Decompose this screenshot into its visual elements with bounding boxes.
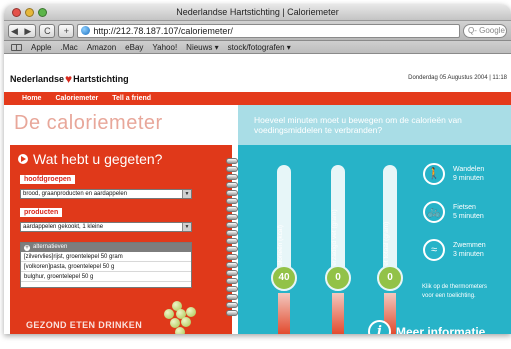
walking-icon: 🚶 — [423, 163, 445, 185]
address-url: http://212.78.187.107/caloriemeter/ — [93, 25, 233, 36]
food-question-text: Wat hebt u gegeten? — [33, 151, 163, 167]
bookmark-ebay[interactable]: eBay — [125, 43, 143, 52]
activity-cycling: 🚲 Fietsen 5 minuten — [423, 201, 484, 223]
window-title: Nederlandse Hartstichting | Caloriemeter — [176, 7, 339, 17]
back-forward-button[interactable]: ◀ ▶ — [8, 23, 37, 38]
groups-select-value: brood, graanproducten en aardappelen — [23, 191, 128, 197]
activity-minutes: 9 minuten — [453, 175, 484, 182]
alternatives-box: + alternatieven [zilvervlies]rijst, groe… — [20, 242, 192, 288]
search-field[interactable]: Q- Google — [463, 23, 507, 38]
activity-text: Wandelen 9 minuten — [453, 165, 484, 183]
thermometer-total-fat[interactable]: vet totaal (gram) 0 — [374, 165, 406, 334]
alternative-item[interactable]: [zilvervlies]rijst, groentelepel 50 gram — [21, 252, 191, 262]
chevron-down-icon[interactable]: ▼ — [182, 190, 191, 198]
thermometer-label: calorieën (kcal) — [277, 224, 284, 269]
thermometer-saturated-fat[interactable]: verzadigd vet (gram) 0 — [322, 165, 354, 334]
activity-walking: 🚶 Wandelen 9 minuten — [423, 163, 484, 185]
bookmark-stock-fotografen[interactable]: stock/fotografen ▾ — [228, 43, 291, 52]
web-page: Nederlandse ♥ Hartstichting Donderdag 05… — [4, 56, 511, 334]
address-bar[interactable]: http://212.78.187.107/caloriemeter/ — [77, 23, 460, 38]
thermometer-label: verzadigd vet (gram) — [331, 209, 338, 269]
alternative-item[interactable]: [volkoren]pasta, groentelepel 50 g — [21, 262, 191, 272]
logo-text-left: Nederlandse — [10, 74, 65, 84]
bookmark-yahoo[interactable]: Yahoo! — [152, 43, 177, 52]
page-title: De caloriemeter — [14, 112, 163, 134]
info-icon: i — [368, 320, 391, 334]
slogan: GEZOND ETEN DRINKEN — [26, 320, 143, 330]
groups-label: hoofdgroepen — [20, 175, 76, 184]
exercise-header: Hoeveel minuten moet u bewegen om de cal… — [238, 105, 511, 145]
bookmark-apple[interactable]: Apple — [31, 43, 51, 52]
current-date: Donderdag 05 Augustus 2004 | 11:18 — [408, 75, 507, 81]
food-question: Wat hebt u gegeten? — [18, 151, 162, 167]
site-logo[interactable]: Nederlandse ♥ Hartstichting — [10, 71, 129, 86]
more-info-link[interactable]: i Meer informatie — [368, 320, 485, 334]
thermometer-calories[interactable]: calorieën (kcal) 40 — [268, 165, 300, 334]
logo-text-right: Hartstichting — [73, 74, 129, 84]
exercise-question: Hoeveel minuten moet u bewegen om de cal… — [254, 115, 462, 135]
alternative-item[interactable]: bulghur, groentelepel 50 g — [21, 272, 191, 282]
products-select[interactable]: aardappelen gekookt, 1 kleine ▼ — [20, 222, 192, 232]
site-header: Nederlandse ♥ Hartstichting Donderdag 05… — [4, 56, 511, 92]
thermometer-stem — [278, 293, 290, 334]
browser-toolbar: ◀ ▶ C + http://212.78.187.107/caloriemet… — [4, 21, 511, 41]
bookmarks-book-icon[interactable] — [11, 43, 22, 51]
groups-select[interactable]: brood, graanproducten en aardappelen ▼ — [20, 189, 192, 199]
exercise-panel: Hoeveel minuten moet u bewegen om de cal… — [238, 105, 511, 334]
activity-name: Wandelen — [453, 166, 485, 173]
products-select-value: aardappelen gekookt, 1 kleine — [23, 224, 104, 230]
cycling-icon: 🚲 — [423, 201, 445, 223]
alternatives-header: + alternatieven — [21, 243, 191, 252]
bookmarks-bar: Apple .Mac Amazon eBay Yahoo! Nieuws ▾ s… — [4, 41, 511, 54]
thermometer-stem — [332, 293, 344, 334]
bookmark-nieuws[interactable]: Nieuws ▾ — [186, 43, 218, 52]
browser-window: Nederlandse Hartstichting | Caloriemeter… — [4, 4, 511, 334]
activity-name: Fietsen — [453, 204, 476, 211]
grapes-illustration — [160, 301, 200, 334]
products-label: producten — [20, 208, 63, 217]
globe-icon — [81, 26, 91, 35]
nav-home[interactable]: Home — [22, 95, 41, 102]
plus-icon: + — [24, 244, 30, 251]
thermometer-label: vet totaal (gram) — [383, 221, 390, 269]
thermometer-value: 0 — [325, 265, 351, 291]
main-nav: Home Caloriemeter Tell a friend — [4, 92, 511, 105]
bookmark-amazon[interactable]: Amazon — [87, 43, 116, 52]
thermometer-hint: Klik op de thermometers voor een toelich… — [422, 283, 487, 301]
thermometer-value: 40 — [271, 265, 297, 291]
activity-text: Fietsen 5 minuten — [453, 203, 484, 221]
more-info-label: Meer informatie — [396, 324, 486, 335]
activity-minutes: 3 minuten — [453, 251, 484, 258]
heart-logo-icon: ♥ — [65, 71, 73, 86]
hint-line-2: voor een toelichting. — [422, 293, 476, 299]
calorimeter-title-area: De caloriemeter — [10, 105, 232, 145]
thermometer-value: 0 — [377, 265, 403, 291]
play-arrow-icon — [18, 154, 28, 164]
add-bookmark-button[interactable]: + — [58, 23, 75, 38]
nav-tell-a-friend[interactable]: Tell a friend — [112, 95, 151, 102]
chevron-down-icon[interactable]: ▼ — [182, 223, 191, 231]
activity-name: Zwemmen — [453, 242, 486, 249]
notebook-rings — [226, 158, 238, 334]
bookmark-mac[interactable]: .Mac — [60, 43, 77, 52]
window-titlebar: Nederlandse Hartstichting | Caloriemeter — [4, 4, 511, 21]
activity-text: Zwemmen 3 minuten — [453, 241, 486, 259]
food-panel: De caloriemeter Wat hebt u gegeten? hoof… — [10, 105, 232, 334]
hint-line-1: Klik op de thermometers — [422, 284, 488, 290]
nav-caloriemeter[interactable]: Caloriemeter — [55, 95, 98, 102]
swimming-icon: ≈ — [423, 239, 445, 261]
activity-swimming: ≈ Zwemmen 3 minuten — [423, 239, 486, 261]
reload-button[interactable]: C — [39, 23, 56, 38]
activity-minutes: 5 minuten — [453, 213, 484, 220]
alternatives-title: alternatieven — [33, 244, 68, 250]
